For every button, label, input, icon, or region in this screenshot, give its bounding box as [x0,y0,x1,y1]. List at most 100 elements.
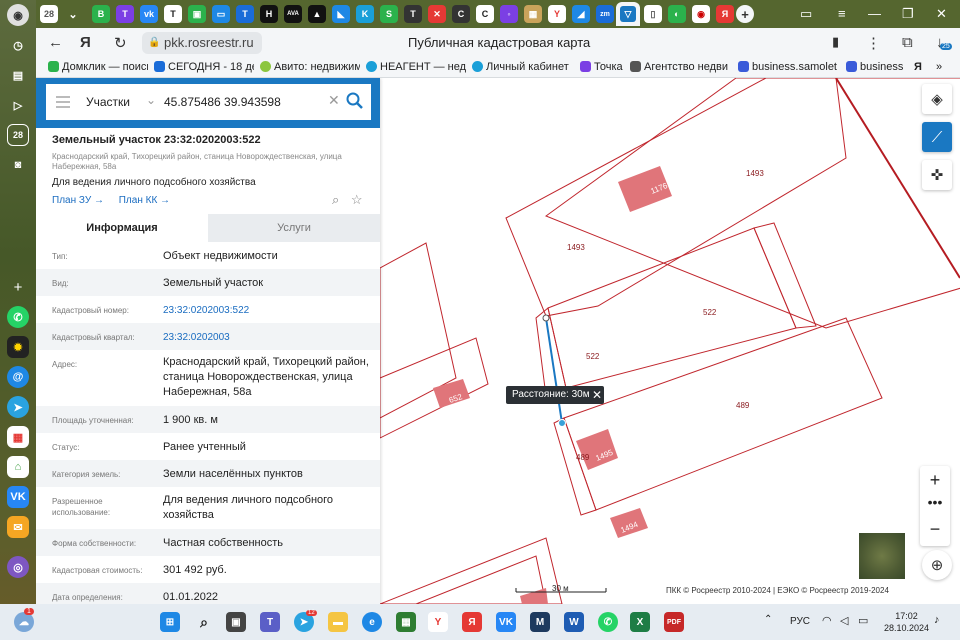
cadastral-quarter-link[interactable]: 23:32:0202003 [163,330,373,345]
app-icon-1[interactable]: ▦ [396,612,416,632]
explorer-icon[interactable]: ▬ [328,612,348,632]
collections-icon[interactable]: ▤ [7,64,29,86]
search-input[interactable] [164,90,324,114]
vk-icon[interactable]: VK [7,486,29,508]
parcel-outline[interactable] [753,222,817,329]
telegram-icon[interactable]: ➤ [7,396,29,418]
menu-icon[interactable]: ≡ [838,6,846,21]
back-arrow-icon[interactable]: ← [48,34,63,51]
zoom-more-icon[interactable]: ••• [920,494,950,514]
excel-icon[interactable]: X [630,612,650,632]
extensions-icon[interactable]: ⧉ [902,34,913,51]
whatsapp-taskbar-icon[interactable]: ✆ [598,612,618,632]
tab-counter[interactable]: 28 [40,5,58,23]
vk-taskbar-icon[interactable]: VK [496,612,516,632]
task-view-icon[interactable]: ▣ [226,612,246,632]
satellite-minimap[interactable] [858,532,906,580]
cadastral-number-link[interactable]: 23:32:0202003:522 [163,303,373,318]
yandex-browser-taskbar-icon[interactable]: Y [428,612,448,632]
volume-icon[interactable]: ◁ [840,614,848,627]
tab-favicon-13[interactable]: S [380,5,398,23]
measure-point-end[interactable] [558,419,566,427]
minimize-button[interactable]: — [868,6,881,21]
bookmarks-more-icon[interactable]: » [936,61,942,73]
parcel-outline[interactable] [544,78,960,329]
search-taskbar-icon[interactable]: ⌕ [194,612,214,632]
battery-icon[interactable]: ▭ [858,614,868,627]
history-icon[interactable]: ◷ [7,34,29,56]
tab-favicon-26[interactable]: ◐ [668,5,686,23]
tab-favicon-3[interactable]: vk [140,5,158,23]
tabs-count-icon[interactable]: 28 [7,124,29,146]
zoom-in-button[interactable]: + [920,468,950,492]
building[interactable] [576,429,618,470]
measure-tool-button[interactable]: ⟋ [922,122,952,152]
tab-favicon-28[interactable]: Я [716,5,734,23]
tray-expand-icon[interactable]: ⌃ [764,614,772,625]
screenshot-icon[interactable]: ◙ [7,154,29,176]
bookmark-item[interactable]: Домклик — поиск [48,61,148,73]
sun-app-icon[interactable]: ✹ [7,336,29,358]
tab-favicon-16[interactable]: C [452,5,470,23]
home-app-icon[interactable]: ⌂ [7,456,29,478]
plan-kk-link[interactable]: План КК → [119,195,170,206]
bookmark-item[interactable]: НЕАГЕНТ — недв [366,61,466,73]
yandex-taskbar-icon[interactable]: Я [462,612,482,632]
tab-favicon-2[interactable]: T [116,5,134,23]
new-tab-button[interactable]: + [736,5,754,23]
bookmark-item[interactable]: business [846,61,910,73]
bookmark-item[interactable]: Точка [580,61,630,73]
bookmarks-window-icon[interactable]: ▭ [800,6,812,22]
maximize-button[interactable]: ❐ [902,6,914,22]
tab-information[interactable]: Информация [36,214,208,242]
bookmark-item[interactable]: СЕГОДНЯ - 18 дек [154,61,254,73]
locate-button[interactable]: ✜ [922,160,952,190]
yandex-icon[interactable]: Я [80,34,91,51]
pdf-icon[interactable]: PDF [664,612,684,632]
clock[interactable]: 17:02 28.10.2024 [884,610,929,634]
zoom-out-button[interactable]: − [920,516,950,542]
tab-favicon-8[interactable]: H [260,5,278,23]
bookmark-item[interactable]: Агентство недвиж [630,61,728,73]
edge-icon[interactable]: e [362,612,382,632]
tab-favicon-7[interactable]: T [236,5,254,23]
tab-favicon-11[interactable]: ◣ [332,5,350,23]
chevron-down-icon[interactable]: ⌄ [146,93,156,107]
browser-logo-icon[interactable]: ◉ [7,4,29,26]
measure-point-start[interactable] [542,314,550,322]
search-icon[interactable] [344,90,366,112]
star-icon[interactable]: ☆ [351,192,363,207]
plan-zu-link[interactable]: План ЗУ → [52,195,104,206]
tab-favicon-12[interactable]: K [356,5,374,23]
tab-services[interactable]: Услуги [208,214,380,242]
bookmark-item[interactable]: Авито: недвижим [260,61,360,73]
language-indicator[interactable]: РУС [790,616,810,627]
tab-favicon-19[interactable]: ▦ [524,5,542,23]
tab-favicon-9[interactable]: AVA [284,5,302,23]
tab-favicon-27[interactable]: ◉ [692,5,710,23]
bookmark-item[interactable]: Личный кабинет [472,61,572,73]
search-type-select[interactable]: Участки [86,95,130,109]
tab-active-rosreestr[interactable]: ▽ [616,2,640,26]
whatsapp-icon[interactable]: ✆ [7,306,29,328]
bookmark-item[interactable]: business.samolet [738,61,840,73]
tab-favicon-15[interactable]: ✕ [428,5,446,23]
start-icon[interactable]: ⊞ [160,612,180,632]
mail-icon[interactable]: @ [7,366,29,388]
bookmark-flag-icon[interactable]: ▮ [832,34,839,50]
word-icon[interactable]: W [564,612,584,632]
tab-favicon-25[interactable]: ▯ [644,5,662,23]
weather-icon[interactable]: ☁ [14,612,34,632]
menu-hamburger-icon[interactable] [56,96,70,111]
tab-favicon-20[interactable]: Y [548,5,566,23]
yandex-bookmark-icon[interactable]: Я [914,61,922,73]
clear-search-icon[interactable]: ✕ [328,92,340,109]
compass-button[interactable]: ⊕ [922,550,952,580]
tab-list-chevron-icon[interactable]: ⌄ [64,5,82,23]
teams-icon[interactable]: T [260,612,280,632]
alice-icon[interactable]: ◎ [7,556,29,578]
tab-favicon-14[interactable]: T [404,5,422,23]
tab-favicon-21[interactable]: ◢ [572,5,590,23]
add-panel-icon[interactable]: + [7,276,29,298]
apps-grid-icon[interactable]: ▦ [7,426,29,448]
